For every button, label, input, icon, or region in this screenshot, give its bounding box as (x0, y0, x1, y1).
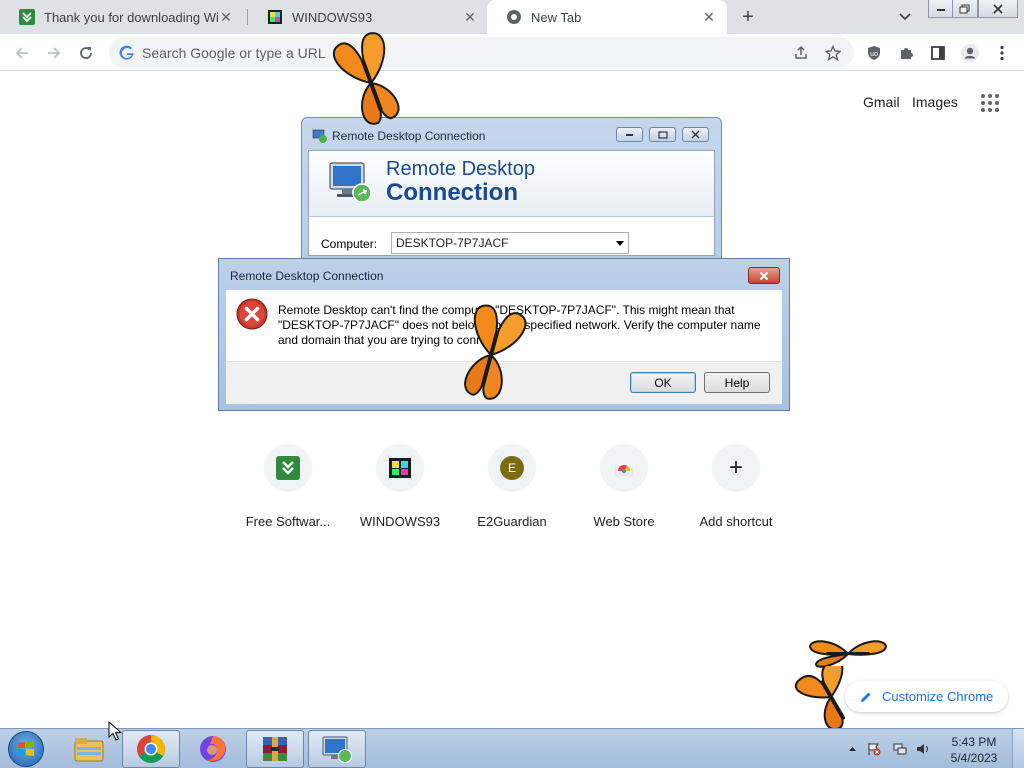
back-arrow-icon[interactable] (10, 41, 34, 65)
close-window-button[interactable] (978, 0, 1018, 18)
computer-combobox[interactable]: DESKTOP-7P7JACF (391, 232, 629, 254)
tab-title: Thank you for downloading WinRAR (44, 9, 218, 25)
system-clock[interactable]: 5:43 PM 5/4/2023 (944, 734, 1004, 766)
network-icon[interactable] (893, 742, 907, 756)
remote-desktop-monitor-icon (327, 157, 375, 205)
omnibox[interactable]: Search Google or type a URL (109, 37, 854, 68)
chrome-favicon (506, 9, 522, 25)
svg-text:uo: uo (870, 51, 878, 58)
clock-date: 5/4/2023 (950, 751, 998, 765)
shortcut-label: Free Softwar... (245, 514, 331, 529)
gmail-link[interactable]: Gmail (863, 94, 900, 110)
shortcut-label: E2Guardian (477, 514, 547, 529)
shortcut-icon-tile (376, 444, 424, 492)
mouse-cursor-icon (108, 721, 122, 741)
ok-button[interactable]: OK (630, 372, 696, 393)
butterfly-icon (333, 32, 400, 125)
ublock-shield-icon[interactable]: uo (862, 41, 886, 65)
remote-desktop-icon (322, 736, 352, 763)
clock-time: 5:43 PM (951, 735, 997, 749)
help-button[interactable]: Help (704, 372, 770, 393)
taskbar-remote-desktop-button[interactable] (308, 730, 366, 768)
error-dialog-close-button[interactable] (748, 267, 780, 284)
forward-arrow-icon[interactable] (42, 41, 66, 65)
google-g-icon (119, 45, 135, 61)
error-x-icon (236, 298, 268, 330)
new-tab-button[interactable]: + (737, 6, 759, 28)
windows93-favicon (267, 9, 283, 25)
show-desktop-button[interactable] (1012, 729, 1024, 768)
firefox-icon (200, 736, 226, 762)
tab-title: New Tab (531, 9, 582, 25)
shortcut-free-software[interactable]: Free Softwar... (232, 444, 344, 529)
butterfly-icon (794, 666, 845, 728)
shortcut-icon-tile (264, 444, 312, 492)
show-hidden-icons-arrow[interactable] (845, 742, 859, 756)
more-vert-icon[interactable] (990, 41, 1014, 65)
rdc-banner-line1: Remote Desktop (386, 158, 535, 180)
profile-avatar-icon[interactable] (958, 41, 982, 65)
google-apps-grid-icon[interactable] (981, 94, 999, 112)
taskbar-chrome-button[interactable] (122, 730, 180, 768)
minimize-window-button[interactable] (928, 0, 954, 18)
tab-title: WINDOWS93 (292, 9, 373, 25)
chrome-icon (137, 735, 165, 763)
plus-icon: + (712, 444, 760, 492)
share-icon[interactable] (789, 41, 813, 65)
winrar-icon (263, 737, 287, 761)
explorer-folder-icon (74, 738, 104, 762)
rdc-close-button[interactable] (682, 127, 709, 142)
shortcut-e2guardian[interactable]: E E2Guardian (456, 444, 568, 529)
rdc-window-body: Remote Desktop Connection Computer: DESK… (308, 150, 715, 256)
tab-strip: Thank you for downloading WinRAR ✕ WINDO… (0, 0, 1024, 34)
shortcut-windows93[interactable]: WINDOWS93 (344, 444, 456, 529)
shortcut-label: Web Store (593, 514, 655, 529)
computer-value: DESKTOP-7P7JACF (396, 236, 509, 250)
webstore-icon (615, 465, 633, 477)
plus-glyph: + (728, 454, 743, 481)
tab-search-chevron-icon[interactable] (896, 9, 914, 25)
close-tab-icon[interactable]: ✕ (701, 9, 717, 25)
rdc-minimize-button[interactable] (616, 127, 643, 142)
windows93-icon (389, 458, 411, 478)
download-icon (276, 456, 300, 480)
e2guardian-icon: E (500, 456, 524, 480)
action-center-flag-icon[interactable] (867, 742, 881, 756)
customize-label: Customize Chrome (882, 689, 994, 704)
taskbar-winrar-button[interactable] (246, 730, 304, 768)
tab-winrar-download[interactable]: Thank you for downloading WinRAR ✕ (0, 0, 244, 34)
rdc-banner-line2: Connection (386, 179, 518, 206)
download-favicon (19, 9, 35, 25)
restore-window-button[interactable] (952, 0, 978, 18)
side-panel-icon[interactable] (926, 41, 950, 65)
taskbar: 5:43 PM 5/4/2023 (0, 728, 1024, 768)
extensions-puzzle-icon[interactable] (894, 41, 918, 65)
images-link[interactable]: Images (912, 94, 958, 110)
butterfly-icon (464, 304, 527, 400)
computer-label: Computer: (321, 237, 378, 251)
shortcut-icon-tile: E (488, 444, 536, 492)
bookmark-star-icon[interactable] (821, 41, 845, 65)
shortcut-web-store[interactable]: Web Store (568, 444, 680, 529)
dropdown-arrow-icon[interactable] (616, 241, 624, 246)
tab-new-tab[interactable]: New Tab ✕ (487, 0, 727, 34)
shortcut-add[interactable]: + Add shortcut (680, 444, 792, 529)
windows-logo-icon (18, 741, 34, 756)
shortcut-icon-tile (600, 444, 648, 492)
reload-icon[interactable] (74, 41, 98, 65)
shortcut-label: WINDOWS93 (359, 514, 441, 529)
browser-toolbar: Search Google or type a URL uo (0, 34, 1024, 71)
rdc-banner: Remote Desktop Connection (309, 151, 714, 217)
close-tab-icon[interactable]: ✕ (462, 9, 478, 25)
volume-speaker-icon[interactable] (916, 742, 930, 756)
rdc-window: Remote Desktop Connection Remote Desktop… (301, 117, 722, 262)
close-tab-icon[interactable]: ✕ (218, 9, 234, 25)
rdc-restore-button[interactable] (649, 127, 676, 142)
shortcut-label: Add shortcut (699, 514, 773, 529)
start-orb-button[interactable] (8, 731, 44, 767)
omnibox-placeholder: Search Google or type a URL (142, 45, 326, 61)
taskbar-firefox-button[interactable] (184, 730, 242, 768)
e2guardian-letter: E (507, 461, 516, 475)
error-dialog-title: Remote Desktop Connection (230, 269, 384, 283)
